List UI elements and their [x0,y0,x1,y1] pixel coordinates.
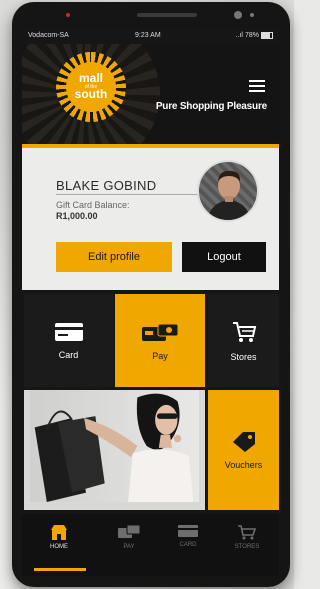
vouchers-tile[interactable]: Vouchers [208,390,279,510]
nav-item-home[interactable]: HOME [34,524,84,550]
user-portrait-icon [207,170,251,220]
nav-label-stores: STORES [234,544,260,550]
proximity-sensor [250,13,254,17]
mall-logo[interactable]: mall of the south [66,62,116,112]
stores-tile[interactable]: Stores [208,294,279,387]
pay-tile[interactable]: Pay [115,294,205,387]
cart-icon [238,525,257,540]
app-header: mall of the south Pure Shopping Pleasure [22,44,279,144]
card-icon [54,322,83,341]
status-time: 9:23 AM [135,32,161,39]
nav-item-card[interactable]: CARD [163,524,213,548]
logout-button[interactable]: Logout [182,242,266,272]
woman-with-bags-image [30,390,199,502]
pay-tile-label: Pay [152,350,168,361]
speaker-grille [137,13,197,17]
card-tile[interactable]: Card [24,294,113,387]
card-tile-label: Card [58,349,79,360]
card-icon [178,525,198,537]
shopping-photo [24,390,205,510]
camera-dot [66,13,70,17]
tag-icon [232,432,255,452]
battery-icon [261,32,273,39]
tagline: Pure Shopping Pleasure [155,101,267,112]
stores-tile-label: Stores [230,351,257,362]
carrier-name: Vodacom-SA [28,32,69,39]
hamburger-menu-icon[interactable] [249,80,265,94]
nav-label-home: HOME [50,544,68,550]
nav-item-stores[interactable]: STORES [222,524,272,550]
profile-card: BLAKE GOBIND Gift Card Balance: R1,000.0… [22,144,279,290]
signal-icon: ..ıl [235,32,243,39]
logo-text-south: south [74,87,108,102]
status-bar: Vodacom-SA 9:23 AM ..ıl 78% [22,28,279,44]
vouchers-tile-label: Vouchers [224,460,263,470]
battery-percent: 78% [244,32,259,39]
avatar[interactable] [197,160,259,222]
front-camera [234,11,242,19]
app-screen: Vodacom-SA 9:23 AM ..ıl 78% mall of the … [22,28,279,576]
user-name: BLAKE GOBIND [56,178,157,193]
pay-icon [142,323,179,341]
nav-label-pay: PAY [123,544,135,550]
cart-icon [232,321,256,342]
nav-label-card: CARD [179,542,197,548]
nav-active-indicator [34,568,86,571]
balance-value: R1,000.00 [56,211,98,221]
name-divider [56,194,206,195]
logo-text-mall: mall [78,71,103,86]
balance-label: Gift Card Balance: [56,200,130,210]
store-icon [51,525,67,540]
pay-icon [118,524,141,538]
edit-profile-button[interactable]: Edit profile [56,242,172,272]
nav-item-pay[interactable]: PAY [104,524,154,550]
bottom-navigation: HOME PAY CARD STORES [22,514,279,576]
status-right: ..ıl 78% [236,32,273,39]
